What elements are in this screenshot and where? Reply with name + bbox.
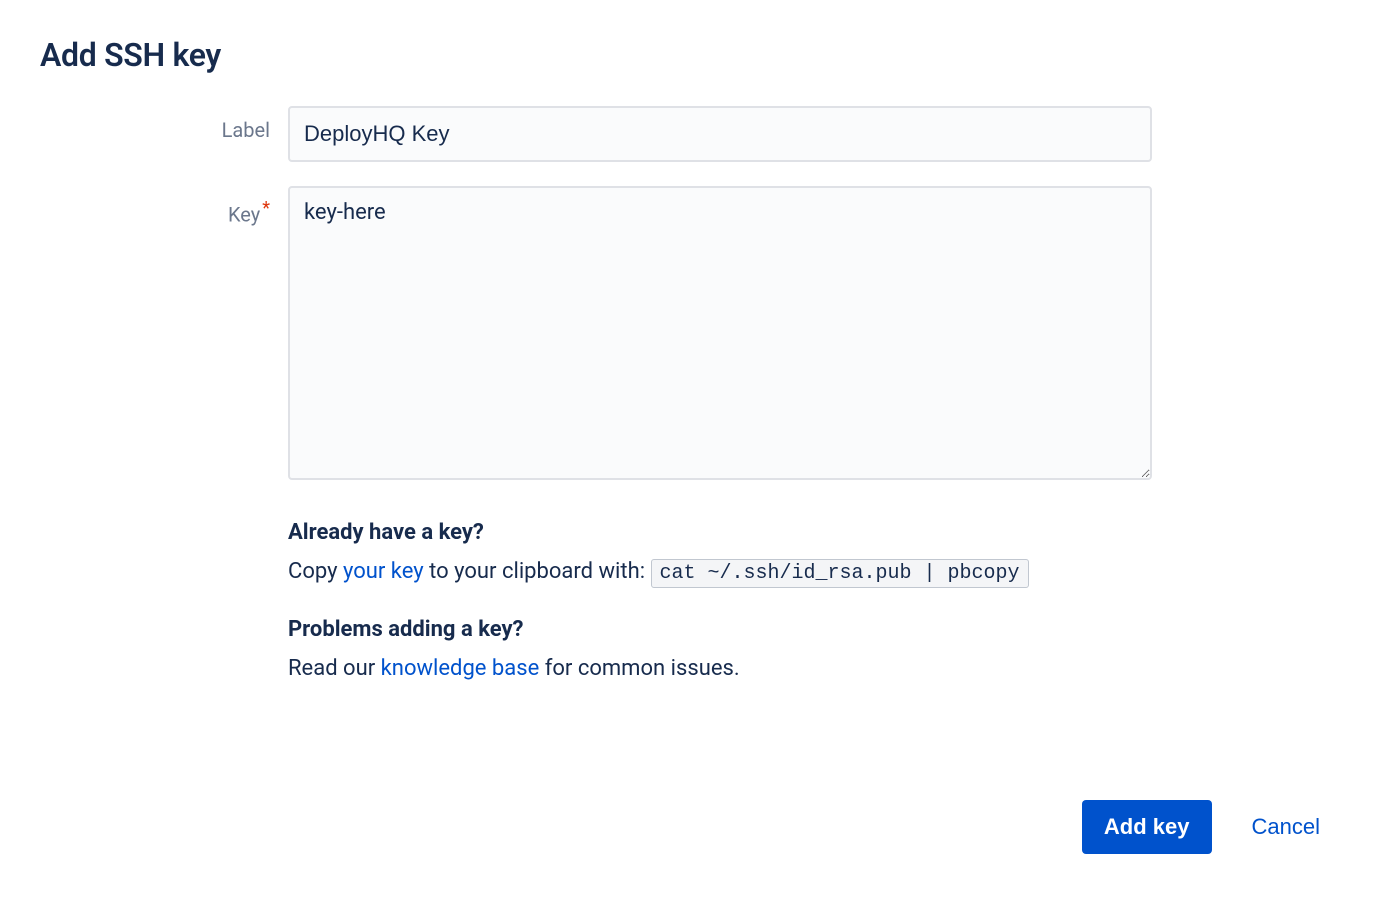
key-field-label: Key* [40, 186, 288, 227]
label-row: Label [40, 106, 1152, 162]
cancel-button[interactable]: Cancel [1252, 814, 1320, 840]
label-field-label: Label [40, 106, 288, 142]
your-key-link[interactable]: your key [343, 559, 424, 584]
help2-post: for common issues. [539, 656, 739, 681]
required-asterisk-icon: * [262, 198, 270, 219]
knowledge-base-link[interactable]: knowledge base [381, 656, 540, 681]
copy-command-code: cat ~/.ssh/id_rsa.pub | pbcopy [651, 559, 1029, 588]
label-input[interactable] [288, 106, 1152, 162]
help-heading-problems: Problems adding a key? [288, 617, 1152, 642]
help-text-kb: Read our knowledge base for common issue… [288, 652, 1152, 685]
key-textarea[interactable] [288, 186, 1152, 480]
help1-pre: Copy [288, 559, 343, 584]
help-section: Already have a key? Copy your key to you… [288, 520, 1152, 685]
page-title: Add SSH key [40, 36, 1360, 74]
help-text-copy: Copy your key to your clipboard with: ca… [288, 555, 1152, 589]
label-text: Label [222, 118, 270, 142]
add-key-button[interactable]: Add key [1082, 800, 1212, 854]
help2-pre: Read our [288, 656, 381, 681]
key-label-text: Key [228, 203, 260, 227]
form-footer: Add key Cancel [1082, 800, 1320, 854]
help-heading-already-have: Already have a key? [288, 520, 1152, 545]
key-row: Key* [40, 186, 1152, 484]
ssh-key-form: Label Key* Already have a key? Copy your… [40, 106, 1152, 685]
help1-mid: to your clipboard with: [424, 559, 651, 584]
